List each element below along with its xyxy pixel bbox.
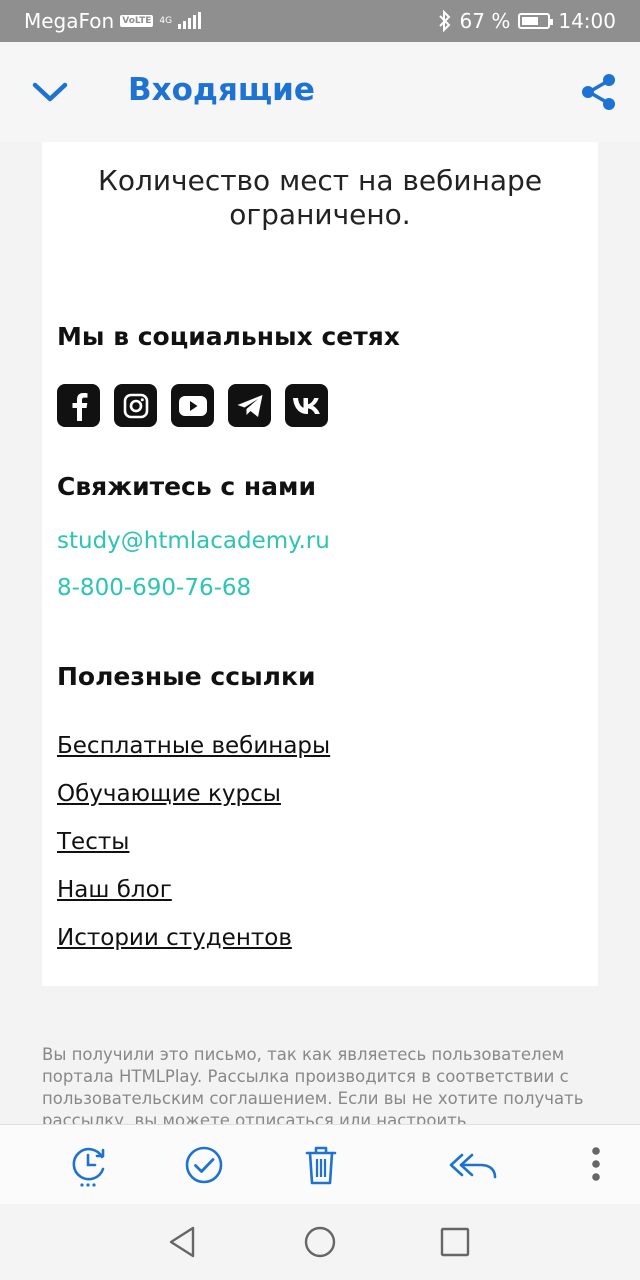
- facebook-icon[interactable]: [57, 384, 100, 427]
- phone-link[interactable]: 8-800-690-76-68: [57, 575, 251, 601]
- share-icon[interactable]: [578, 72, 618, 112]
- snooze-icon[interactable]: [66, 1143, 110, 1187]
- vk-icon[interactable]: [285, 384, 328, 427]
- system-nav-bar: [0, 1204, 640, 1280]
- link-tests[interactable]: Тесты: [57, 829, 129, 855]
- battery-percent: 67 %: [459, 9, 511, 33]
- telegram-icon[interactable]: [228, 384, 271, 427]
- home-circle-icon[interactable]: [302, 1224, 338, 1260]
- social-heading: Мы в социальных сетях: [57, 322, 400, 351]
- chevron-down-icon[interactable]: [30, 74, 70, 110]
- trash-icon[interactable]: [299, 1143, 343, 1187]
- link-courses[interactable]: Обучающие курсы: [57, 781, 281, 807]
- battery-icon: [518, 13, 554, 29]
- network-type: 4G: [159, 15, 173, 26]
- link-free-webinars[interactable]: Бесплатные вебинары: [57, 733, 330, 759]
- footer-note: Вы получили это письмо, так как являетес…: [42, 1045, 584, 1124]
- links-heading: Полезные ссылки: [57, 662, 316, 691]
- check-circle-icon[interactable]: [182, 1143, 226, 1187]
- status-bar: MegaFon VoLTE 4G 67 % 14:00: [0, 0, 640, 42]
- signal-icon: [178, 12, 202, 29]
- app-header: Входящие: [0, 42, 640, 142]
- reply-all-icon[interactable]: [448, 1143, 498, 1187]
- bottom-toolbar: [0, 1124, 640, 1204]
- clock: 14:00: [558, 9, 616, 33]
- page-title: Входящие: [128, 72, 315, 108]
- recents-square-icon[interactable]: [437, 1224, 473, 1260]
- youtube-icon[interactable]: [171, 384, 214, 427]
- link-student-stories[interactable]: Истории студентов: [57, 925, 292, 951]
- instagram-icon[interactable]: [114, 384, 157, 427]
- volte-badge: VoLTE: [120, 15, 154, 27]
- limited-seats-text: Количество мест на вебинаре ограничено.: [97, 164, 543, 231]
- carrier-name: MegaFon: [24, 9, 115, 33]
- more-vertical-icon[interactable]: [576, 1143, 616, 1187]
- social-links: [57, 384, 328, 427]
- contact-heading: Свяжитесь с нами: [57, 472, 317, 501]
- email-card: Количество мест на вебинаре ограничено. …: [42, 142, 598, 986]
- email-link[interactable]: study@htmlacademy.ru: [57, 528, 330, 554]
- link-blog[interactable]: Наш блог: [57, 877, 172, 903]
- back-triangle-icon[interactable]: [164, 1224, 200, 1260]
- bluetooth-icon: [438, 10, 450, 32]
- email-body[interactable]: Количество мест на вебинаре ограничено. …: [14, 142, 626, 1124]
